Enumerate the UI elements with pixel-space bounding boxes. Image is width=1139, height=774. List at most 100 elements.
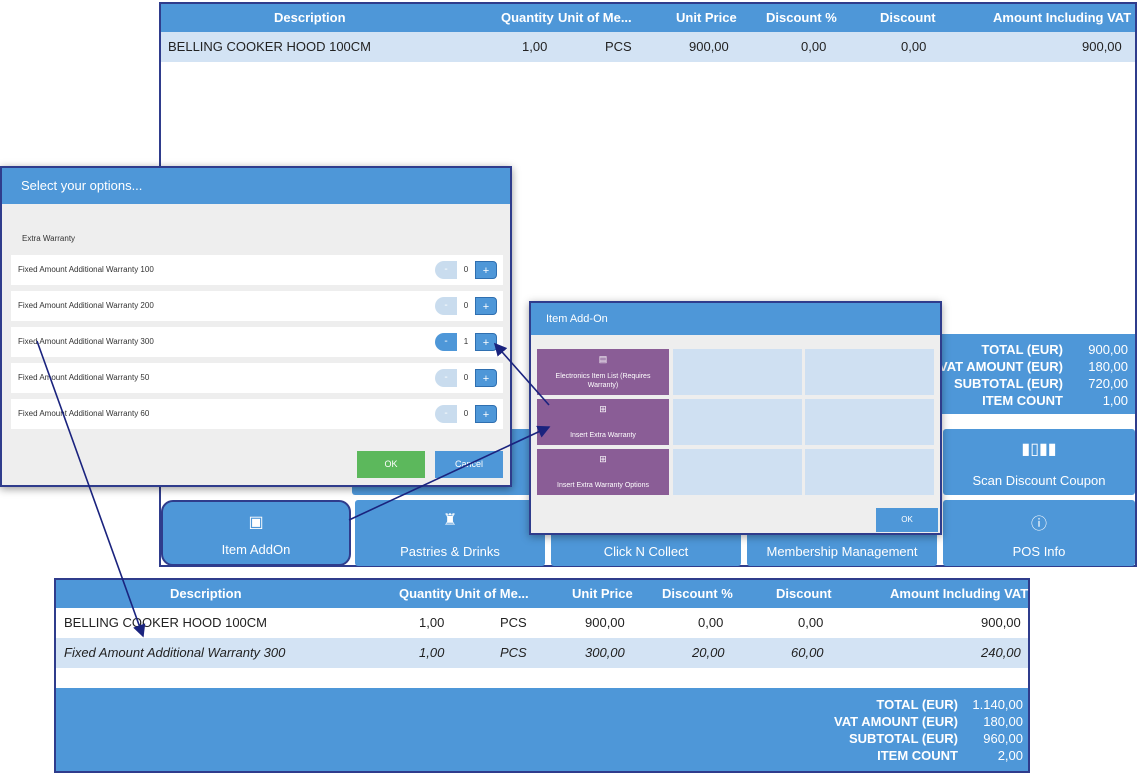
ok-button[interactable]: OK <box>876 508 938 532</box>
item-count-value: 1,00 <box>1102 393 1128 408</box>
decrement-button[interactable]: - <box>435 297 457 315</box>
ok-button[interactable]: OK <box>357 451 425 478</box>
table-row[interactable]: BELLING COOKER HOOD 100CM 1,00 PCS 900,0… <box>161 32 1135 62</box>
list-icon: ▤ <box>598 354 608 364</box>
option-label: Fixed Amount Additional Warranty 200 <box>18 301 154 310</box>
col-description[interactable]: Description <box>274 4 346 32</box>
decrement-button[interactable]: - <box>435 405 457 423</box>
cell-discount: 60,00 <box>791 645 824 660</box>
lines-grid-header: Description Quantity Unit of Me... Unit … <box>56 580 1028 608</box>
select-options-dialog: Select your options... Extra Warranty Fi… <box>0 166 512 487</box>
electronics-item-list-label: Electronics Item List (Requires Warranty… <box>555 373 651 389</box>
quantity-stepper: - 0 + <box>435 405 497 423</box>
option-label: Fixed Amount Additional Warranty 300 <box>18 337 154 346</box>
cell-discount-pct: 20,00 <box>692 645 725 660</box>
cell-quantity: 1,00 <box>419 615 445 630</box>
col-amount[interactable]: Amount Including VAT <box>890 580 1028 608</box>
increment-button[interactable]: + <box>475 261 497 279</box>
membership-management-label: Membership Management <box>766 544 918 559</box>
subtotal-value: 720,00 <box>1088 376 1128 391</box>
col-unit-price[interactable]: Unit Price <box>676 4 737 32</box>
cell-discount-pct: 0,00 <box>801 39 827 54</box>
insert-extra-warranty-button[interactable]: ⊞ Insert Extra Warranty <box>537 399 669 445</box>
quantity-value[interactable]: 0 <box>457 369 475 387</box>
table-row[interactable]: BELLING COOKER HOOD 100CM 1,00 PCS 900,0… <box>56 608 1028 638</box>
increment-button[interactable]: + <box>475 405 497 423</box>
option-label: Fixed Amount Additional Warranty 60 <box>18 409 150 418</box>
info-icon: ⓘ <box>1030 516 1047 533</box>
col-discount-pct[interactable]: Discount % <box>766 4 837 32</box>
barcode-icon: ▮▯▮▮ <box>1021 441 1057 458</box>
col-unit[interactable]: Unit of Me... <box>558 4 632 32</box>
total-value: 900,00 <box>1088 342 1128 357</box>
cell-unit: PCS <box>500 615 527 630</box>
decrement-button[interactable]: - <box>435 333 457 351</box>
option-row: Fixed Amount Additional Warranty 200 - 0… <box>11 291 503 321</box>
item-addon-label: Item AddOn <box>221 542 291 557</box>
total-label: TOTAL (EUR) <box>876 697 958 712</box>
plus-box-icon: ⊞ <box>599 454 607 464</box>
pos-info-button[interactable]: ⓘ POS Info <box>943 500 1135 566</box>
cancel-button[interactable]: Cancel <box>435 451 503 478</box>
increment-button[interactable]: + <box>475 333 497 351</box>
result-pos-window: Description Quantity Unit of Me... Unit … <box>54 578 1030 773</box>
quantity-value[interactable]: 0 <box>457 261 475 279</box>
pastries-drinks-label: Pastries & Drinks <box>400 544 500 559</box>
quantity-value[interactable]: 1 <box>457 333 475 351</box>
quantity-stepper: - 0 + <box>435 261 497 279</box>
quantity-stepper: - 1 + <box>435 333 497 351</box>
option-group-label: Extra Warranty <box>22 234 76 243</box>
option-label: Fixed Amount Additional Warranty 100 <box>18 265 154 274</box>
option-label: Fixed Amount Additional Warranty 50 <box>18 373 150 382</box>
decrement-button[interactable]: - <box>435 369 457 387</box>
table-row[interactable]: Fixed Amount Additional Warranty 300 1,0… <box>56 638 1028 668</box>
cell-description: BELLING COOKER HOOD 100CM <box>168 39 371 54</box>
total-value: 1.140,00 <box>972 697 1023 712</box>
cell-unit-price: 900,00 <box>585 615 625 630</box>
increment-button[interactable]: + <box>475 297 497 315</box>
package-hand-icon: ▣ <box>248 514 264 531</box>
vat-value: 180,00 <box>1088 359 1128 374</box>
cell-discount: 0,00 <box>798 615 824 630</box>
cell-amount: 900,00 <box>1082 39 1122 54</box>
empty-slot <box>673 449 802 495</box>
increment-button[interactable]: + <box>475 369 497 387</box>
cell-quantity: 1,00 <box>522 39 548 54</box>
decrement-button[interactable]: - <box>435 261 457 279</box>
empty-slot <box>673 399 802 445</box>
col-amount[interactable]: Amount Including VAT <box>993 4 1131 32</box>
insert-extra-warranty-options-button[interactable]: ⊞ Insert Extra Warranty Options <box>537 449 669 495</box>
vat-label: VAT AMOUNT (EUR) <box>939 359 1063 374</box>
click-n-collect-label: Click N Collect <box>603 544 689 559</box>
col-quantity[interactable]: Quantity <box>501 4 554 32</box>
quantity-value[interactable]: 0 <box>457 405 475 423</box>
cell-unit-price: 300,00 <box>585 645 625 660</box>
empty-slot <box>673 349 802 395</box>
subtotal-value: 960,00 <box>983 731 1023 746</box>
col-discount-pct[interactable]: Discount % <box>662 580 733 608</box>
cell-amount: 240,00 <box>981 645 1021 660</box>
col-unit[interactable]: Unit of Me... <box>455 580 529 608</box>
col-quantity[interactable]: Quantity <box>399 580 452 608</box>
electronics-item-list-button[interactable]: ▤ Electronics Item List (Requires Warran… <box>537 349 669 395</box>
col-discount[interactable]: Discount <box>776 580 832 608</box>
col-description[interactable]: Description <box>170 580 242 608</box>
empty-slot <box>805 349 934 395</box>
pastries-drinks-button[interactable]: ♜ Pastries & Drinks <box>355 500 545 566</box>
cell-discount: 0,00 <box>901 39 927 54</box>
col-discount[interactable]: Discount <box>880 4 936 32</box>
subtotal-label: SUBTOTAL (EUR) <box>953 376 1063 391</box>
empty-slot <box>805 449 934 495</box>
insert-extra-warranty-label: Insert Extra Warranty <box>570 432 636 439</box>
scan-discount-coupon-button[interactable]: ▮▯▮▮ Scan Discount Coupon <box>943 429 1135 495</box>
quantity-stepper: - 0 + <box>435 369 497 387</box>
option-row: Fixed Amount Additional Warranty 100 - 0… <box>11 255 503 285</box>
col-unit-price[interactable]: Unit Price <box>572 580 633 608</box>
item-count-label: ITEM COUNT <box>982 393 1063 408</box>
item-addon-button[interactable]: ▣ Item AddOn <box>161 500 351 566</box>
option-row: Fixed Amount Additional Warranty 50 - 0 … <box>11 363 503 393</box>
totals-panel: TOTAL (EUR) 1.140,00 VAT AMOUNT (EUR) 18… <box>56 688 1028 771</box>
item-addon-dialog: Item Add-On ▤ Electronics Item List (Req… <box>529 301 942 535</box>
quantity-value[interactable]: 0 <box>457 297 475 315</box>
option-row: Fixed Amount Additional Warranty 60 - 0 … <box>11 399 503 429</box>
